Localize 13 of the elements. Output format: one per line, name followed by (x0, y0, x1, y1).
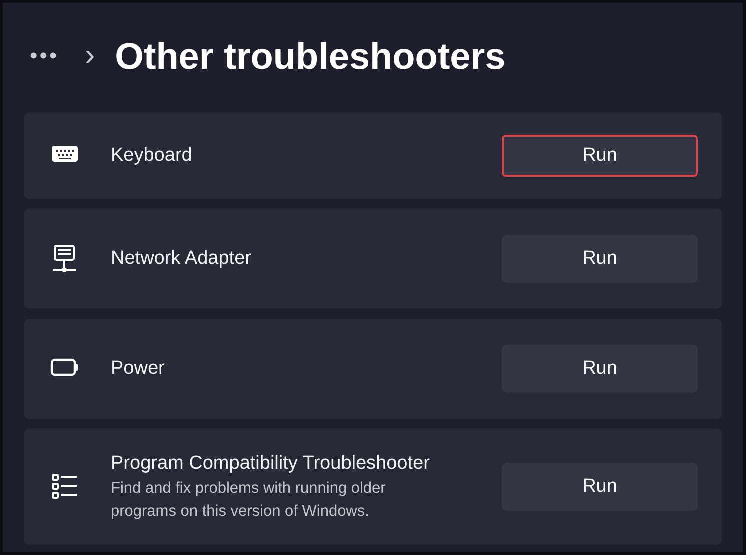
troubleshooter-name: Network Adapter (111, 247, 252, 271)
page-title: Other troubleshooters (115, 38, 506, 74)
run-button[interactable]: Run (502, 463, 698, 511)
more-button[interactable]: ••• (30, 45, 60, 67)
troubleshooter-name: Power (111, 357, 166, 381)
troubleshooter-description: Find and fix problems with running older programs on this version of Windows. (111, 479, 387, 522)
checklist-icon (50, 472, 80, 502)
run-button[interactable]: Run (502, 345, 698, 393)
troubleshooter-name: Keyboard (111, 144, 194, 168)
troubleshooter-name: Program Compatibility Troubleshooter (111, 452, 431, 476)
chevron-icon: › (85, 41, 96, 71)
run-button[interactable]: Run (502, 235, 698, 283)
run-button[interactable]: Run (502, 135, 698, 177)
